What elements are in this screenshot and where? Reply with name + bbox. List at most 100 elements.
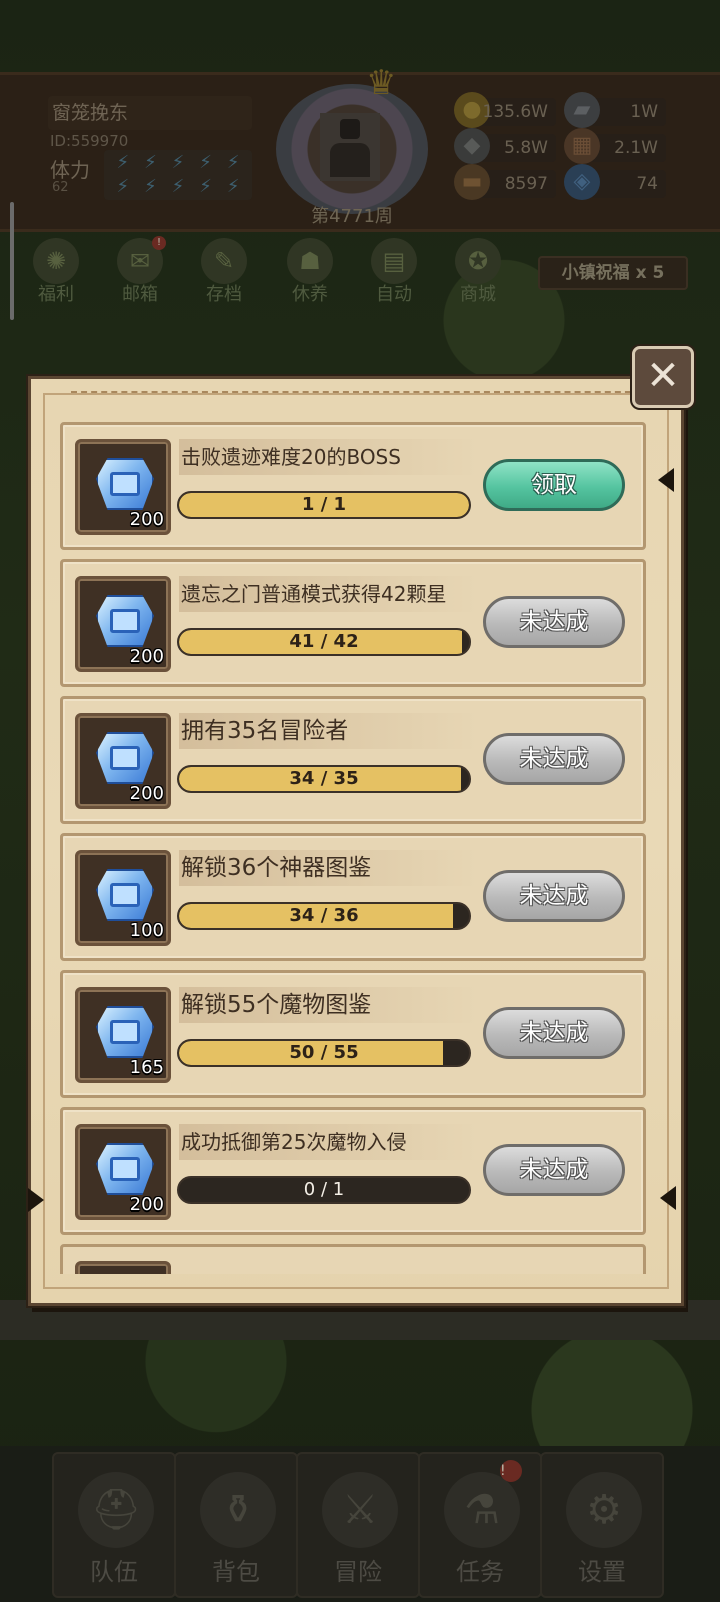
resource-gem: ◈ 74 — [564, 164, 666, 200]
not-achieved-button[interactable]: 未达成 — [483, 1144, 625, 1196]
menu-item[interactable]: ✪ 商城 — [446, 238, 510, 308]
menu-item[interactable]: ✺ 福利 — [24, 238, 88, 308]
resource-steel: ▰ 1W — [564, 92, 666, 128]
quest-card: 200 成功抵御第25次魔物入侵 0 / 1 未达成 — [60, 1107, 646, 1235]
notification-badge: ! — [152, 236, 166, 250]
not-achieved-button[interactable]: 未达成 — [483, 1007, 625, 1059]
nav-item-label: 背包 — [212, 1558, 260, 1586]
reward-slot[interactable]: 165 — [75, 987, 171, 1083]
auto-icon: ▤ — [371, 238, 417, 284]
stamina-bolt-icon: ⚡ — [226, 152, 240, 173]
town-blessing-button[interactable]: 小镇祝福 x 5 — [538, 256, 688, 290]
progress-text: 0 / 1 — [303, 1179, 345, 1200]
stone-ore-icon: ◆ — [454, 128, 490, 164]
reward-count: 165 — [129, 1057, 164, 1078]
team-helmet-icon: ⛑ — [78, 1472, 154, 1548]
menu-item-label: 邮箱 — [122, 284, 158, 305]
quest-card-partial — [60, 1244, 646, 1274]
quest-progress-bar: 50 / 55 — [177, 1039, 471, 1067]
stamina-bolt-icon: ⚡ — [226, 176, 240, 197]
gem-core — [110, 883, 140, 907]
quest-title: 成功抵御第25次魔物入侵 — [179, 1124, 479, 1160]
reward-count: 200 — [129, 509, 164, 530]
resource-value: 74 — [636, 174, 658, 194]
nav-item[interactable]: ⚔ 冒险 — [296, 1452, 420, 1598]
quest-title: 解锁55个魔物图鉴 — [179, 987, 479, 1023]
resource-leather: ▦ 2.1W — [564, 128, 666, 164]
stamina-bolt-icon: ⚡ — [199, 176, 212, 197]
gem-core — [110, 1020, 140, 1044]
reward-slot[interactable] — [75, 1261, 171, 1274]
gem-core — [110, 609, 140, 633]
nav-item[interactable]: ⚙ 设置 — [540, 1452, 664, 1598]
not-achieved-button[interactable]: 未达成 — [483, 870, 625, 922]
gem-core — [110, 1157, 140, 1181]
quest-title: 解锁36个神器图鉴 — [179, 850, 479, 886]
progress-text: 41 / 42 — [289, 631, 359, 652]
resource-gold: ● 135.6W — [454, 92, 556, 128]
quest-progress-bar: 34 / 36 — [177, 902, 471, 930]
menu-item[interactable]: ✎ 存档 — [192, 238, 256, 308]
quest-progress-bar: 0 / 1 — [177, 1176, 471, 1204]
leather-icon: ▦ — [564, 128, 600, 164]
stamina-bolt-icon: ⚡ — [116, 152, 130, 173]
nav-item-label: 设置 — [578, 1558, 626, 1586]
quest-list[interactable]: 200 击败遗迹难度20的BOSS 1 / 1 领取 200 遗忘之门普通模式获得42颗星… — [60, 422, 646, 1274]
reward-slot[interactable]: 200 — [75, 713, 171, 809]
background-road — [0, 1300, 720, 1340]
shop-icon: ✪ — [455, 238, 501, 284]
nav-item[interactable]: ⚗ 任务! — [418, 1452, 542, 1598]
menu-item-label: 存档 — [206, 284, 242, 305]
quest-title: 遗忘之门普通模式获得42颗星 — [179, 576, 479, 612]
welfare-icon: ✺ — [33, 238, 79, 284]
stamina-bolt-icon: ⚡ — [144, 176, 157, 197]
crown-icon: ♛ — [366, 63, 397, 103]
rest-icon: ☗ — [287, 238, 333, 284]
reward-count: 200 — [129, 646, 164, 667]
reward-slot[interactable]: 200 — [75, 439, 171, 535]
reward-slot[interactable]: 200 — [75, 1124, 171, 1220]
reward-slot[interactable]: 200 — [75, 576, 171, 672]
progress-text: 1 / 1 — [301, 494, 347, 515]
gem-core — [110, 746, 140, 770]
menu-item[interactable]: ☗ 休养 — [278, 238, 342, 308]
quest-progress-bar: 1 / 1 — [177, 491, 471, 519]
quest-card: 200 击败遗迹难度20的BOSS 1 / 1 领取 — [60, 422, 646, 550]
quest-title: 拥有35名冒险者 — [179, 713, 479, 749]
avatar[interactable] — [320, 113, 380, 181]
scroll-indicator — [10, 202, 14, 320]
resource-value: 1W — [630, 102, 658, 122]
close-button[interactable]: ✕ — [632, 346, 694, 408]
not-achieved-button[interactable]: 未达成 — [483, 733, 625, 785]
nav-item[interactable]: ⛑ 队伍 — [52, 1452, 176, 1598]
claim-button[interactable]: 领取 — [483, 459, 625, 511]
resource-wood: ▬ 8597 — [454, 164, 556, 200]
player-id: ID:559970 — [50, 132, 129, 150]
stamina-bar: ⚡ ⚡ ⚡ ⚡ ⚡ ⚡ ⚡ ⚡ ⚡ ⚡ — [104, 150, 252, 200]
nav-item-label: 队伍 — [90, 1558, 138, 1586]
nav-item-label: 任务 — [456, 1558, 504, 1586]
menu-item-label: 休养 — [292, 284, 328, 305]
quest-progress-bar: 34 / 35 — [177, 765, 471, 793]
menu-item[interactable]: ▤ 自动 — [362, 238, 426, 308]
stamina-label: 体力 — [50, 158, 90, 182]
wood-log-icon: ▬ — [454, 164, 490, 200]
nav-item-label: 冒险 — [334, 1558, 382, 1586]
crossed-swords-icon: ⚔ — [322, 1472, 398, 1548]
menu-item[interactable]: ✉ 邮箱! — [108, 236, 172, 308]
menu-item-label: 自动 — [376, 284, 412, 305]
settings-gear-icon: ⚙ — [566, 1472, 642, 1548]
panel-crack-decoration — [71, 383, 641, 393]
reward-count: 100 — [129, 920, 164, 941]
panel-notch — [658, 468, 674, 492]
reward-slot[interactable]: 100 — [75, 850, 171, 946]
not-achieved-button[interactable]: 未达成 — [483, 596, 625, 648]
nav-item[interactable]: ⚱ 背包 — [174, 1452, 298, 1598]
resource-value: 135.6W — [482, 102, 548, 122]
resource-value: 2.1W — [614, 138, 658, 158]
week-counter: 第4771周 — [311, 206, 393, 227]
quest-card: 165 解锁55个魔物图鉴 50 / 55 未达成 — [60, 970, 646, 1098]
gem-core — [110, 472, 140, 496]
stamina-bolt-icon: ⚡ — [144, 152, 157, 173]
quest-card: 100 解锁36个神器图鉴 34 / 36 未达成 — [60, 833, 646, 961]
